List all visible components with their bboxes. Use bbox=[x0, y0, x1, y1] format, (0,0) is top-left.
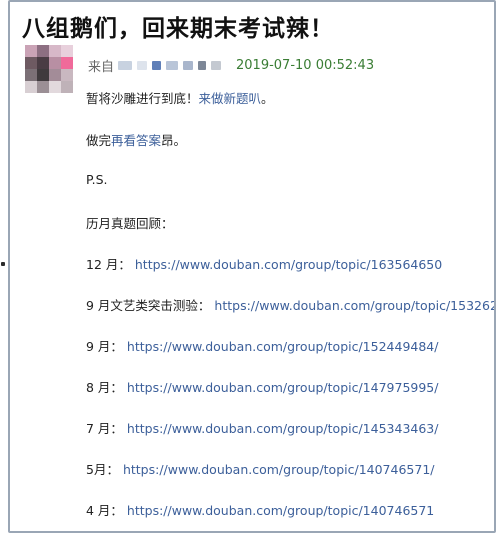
redacted-author-block bbox=[137, 61, 148, 70]
review-prefix: 做完 bbox=[86, 133, 112, 148]
history-label: 9 月文艺类突击测验： bbox=[86, 298, 211, 313]
review-line: 做完再看答案昂。 bbox=[86, 130, 186, 149]
ps-line: P.S. bbox=[86, 172, 108, 187]
history-item: 12 月： https://www.douban.com/group/topic… bbox=[86, 254, 442, 273]
intro-suffix: 。 bbox=[261, 91, 274, 106]
history-label: 9 月： bbox=[86, 339, 123, 354]
redacted-author-block bbox=[211, 61, 222, 70]
redacted-author-block bbox=[152, 61, 162, 70]
history-label: 5月： bbox=[86, 462, 119, 477]
history-item: 5月： https://www.douban.com/group/topic/1… bbox=[86, 459, 435, 478]
intro-line: 暂将沙雕进行到底！来做新题叭。 bbox=[86, 88, 274, 107]
history-item: 4 月： https://www.douban.com/group/topic/… bbox=[86, 500, 434, 519]
review-suffix: 昂。 bbox=[161, 133, 187, 148]
history-item: 7 月： https://www.douban.com/group/topic/… bbox=[86, 418, 438, 437]
history-item: 9 月： https://www.douban.com/group/topic/… bbox=[86, 336, 438, 355]
history-label: 12 月： bbox=[86, 257, 131, 272]
redacted-author-block bbox=[118, 61, 133, 70]
history-label: 8 月： bbox=[86, 380, 123, 395]
intro-text: 暂将沙雕进行到底！ bbox=[86, 91, 199, 106]
edge-marker bbox=[1, 262, 5, 266]
post-title: 八组鹅们，回来期末考试辣！ bbox=[22, 16, 334, 42]
history-link[interactable]: https://www.douban.com/group/topic/16356… bbox=[135, 257, 442, 272]
history-label: 4 月： bbox=[86, 503, 123, 518]
history-link[interactable]: https://www.douban.com/group/topic/14534… bbox=[127, 421, 439, 436]
history-link[interactable]: https://www.douban.com/group/topic/14074… bbox=[123, 462, 435, 477]
history-item: 8 月： https://www.douban.com/group/topic/… bbox=[86, 377, 438, 396]
avatar[interactable] bbox=[25, 45, 73, 93]
redacted-author-block bbox=[183, 61, 194, 70]
post-meta: 来自 2019-07-10 00:52:43 bbox=[88, 56, 374, 75]
history-item: 9 月文艺类突击测验： https://www.douban.com/group… bbox=[86, 295, 494, 314]
history-link[interactable]: https://www.douban.com/group/topic/14797… bbox=[127, 380, 439, 395]
redacted-author-block bbox=[166, 61, 179, 70]
history-link[interactable]: https://www.douban.com/group/topic/15326… bbox=[214, 298, 494, 313]
answers-link[interactable]: 再看答案 bbox=[111, 133, 161, 148]
post-frame: 八组鹅们，回来期末考试辣！ 来自 2019-07-10 00:52:43 暂将沙… bbox=[8, 0, 496, 533]
history-link[interactable]: https://www.douban.com/group/topic/14074… bbox=[127, 503, 434, 518]
post-timestamp: 2019-07-10 00:52:43 bbox=[236, 58, 375, 73]
history-label: 7 月： bbox=[86, 421, 123, 436]
redacted-author-block bbox=[198, 61, 207, 70]
meta-from-label: 来自 bbox=[88, 60, 115, 75]
history-heading: 历月真题回顾： bbox=[86, 216, 174, 231]
new-quiz-link[interactable]: 来做新题叭 bbox=[199, 91, 262, 106]
history-link[interactable]: https://www.douban.com/group/topic/15244… bbox=[127, 339, 439, 354]
